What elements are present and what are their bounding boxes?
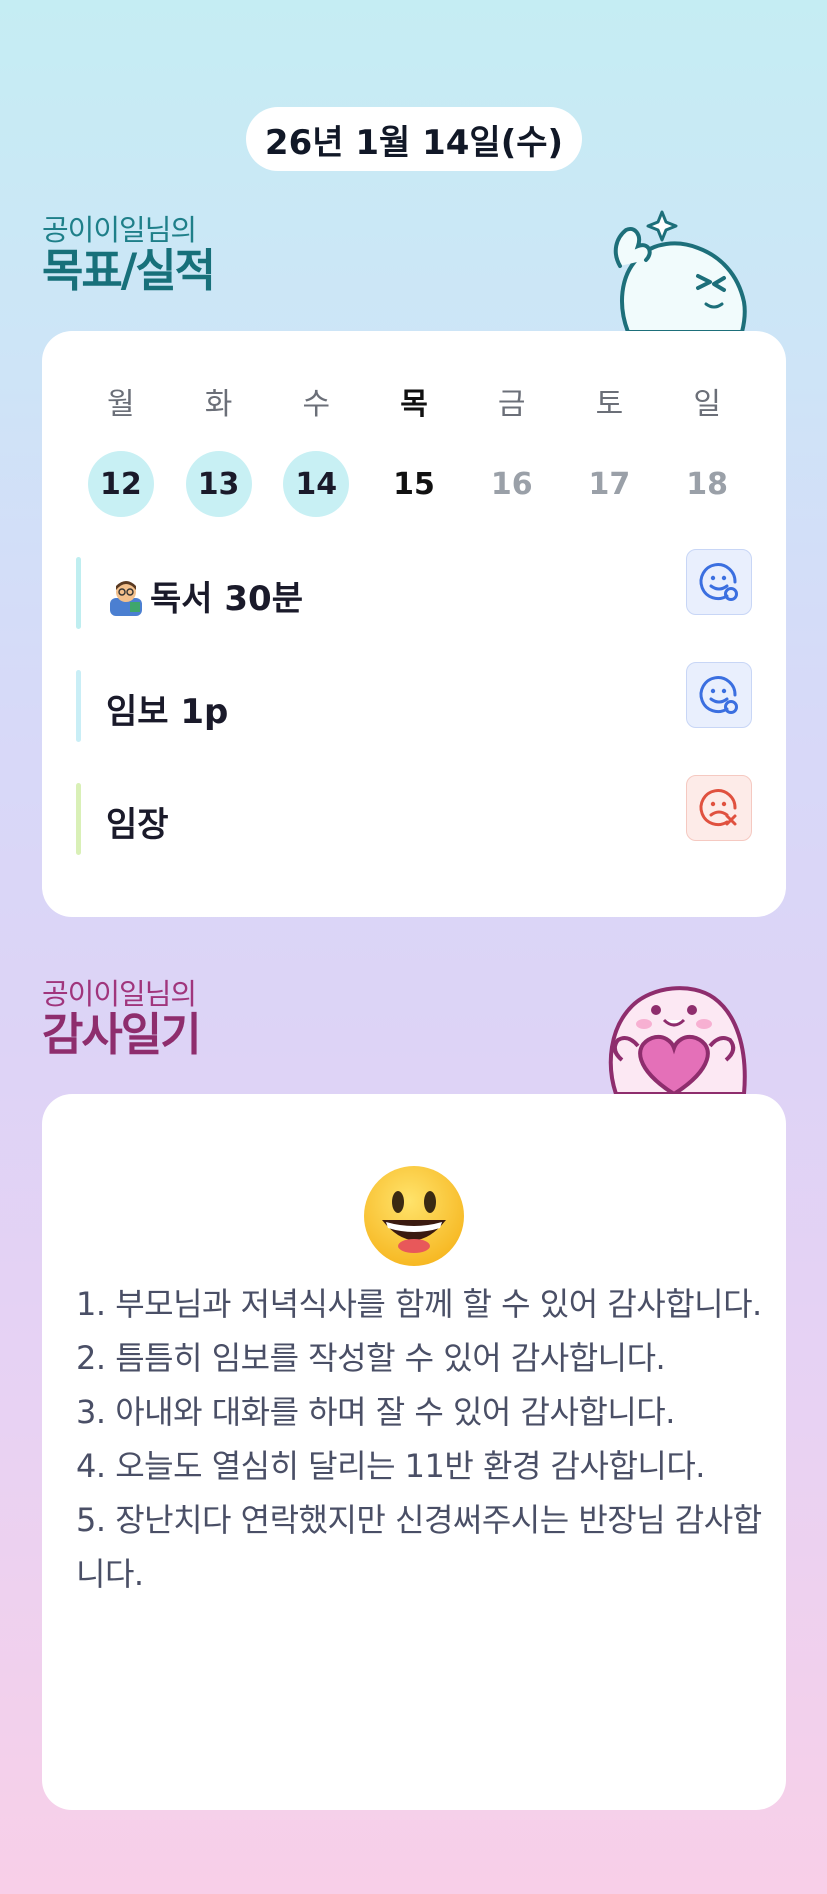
heart-mascot-icon	[608, 986, 747, 1094]
day-number: 12	[87, 451, 154, 517]
gratitude-section-header: 공이이일님의 감사일기	[42, 977, 202, 1061]
gratitude-subtitle: 공이이일님의	[42, 977, 197, 1011]
day-number: 17	[588, 466, 631, 502]
task-item-report[interactable]: 임보 1p	[76, 662, 752, 752]
gratitude-entry: 1. 부모님과 저녁식사를 함께 할 수 있어 감사합니다.	[76, 1285, 762, 1323]
gratitude-entries: 1. 부모님과 저녁식사를 함께 할 수 있어 감사합니다. 2. 틈틈히 임보…	[76, 1277, 762, 1601]
task-status-fail[interactable]	[686, 775, 752, 841]
gratitude-entry: 2. 틈틈히 임보를 작성할 수 있어 감사합니다.	[76, 1339, 666, 1377]
task-status-success[interactable]	[686, 549, 752, 615]
task-color-bar	[76, 670, 81, 742]
day-name: 수	[302, 387, 331, 422]
task-label: 독서 30분	[150, 579, 303, 619]
task-color-bar	[76, 783, 81, 855]
day-name: 금	[497, 387, 526, 422]
sad-face-x-icon	[699, 789, 737, 827]
day-number: 14	[283, 451, 350, 517]
day-number: 16	[490, 466, 533, 502]
task-item-reading[interactable]: 독서 30분	[76, 549, 752, 639]
task-color-bar	[76, 557, 81, 629]
task-status-success[interactable]	[686, 662, 752, 728]
task-label: 임장	[106, 805, 169, 845]
thumbs-up-mascot-icon	[613, 210, 747, 332]
day-name: 목	[400, 387, 428, 422]
task-label: 임보 1p	[106, 692, 229, 732]
goals-title: 목표/실적	[42, 244, 216, 297]
day-sun[interactable]: 일 18	[658, 385, 756, 517]
goals-subtitle: 공이이일님의	[42, 213, 197, 247]
day-name: 토	[595, 387, 624, 422]
goals-card: 월 12 화 13 수 14 목 15 금 16 토 17 일 18 독서 30…	[42, 331, 786, 917]
day-thu[interactable]: 목 15	[365, 385, 463, 517]
day-tue[interactable]: 화 13	[170, 385, 268, 517]
day-number: 15	[393, 466, 435, 502]
day-wed[interactable]: 수 14	[267, 385, 365, 517]
day-number: 13	[185, 451, 252, 517]
grinning-face-emoji-icon	[364, 1166, 464, 1266]
smile-face-check-icon	[699, 676, 738, 714]
day-number: 18	[686, 466, 729, 502]
day-name: 월	[107, 387, 135, 422]
date-label: 26년 1월 14일(수)	[264, 122, 564, 163]
week-calendar: 월 12 화 13 수 14 목 15 금 16 토 17 일 18	[72, 385, 756, 517]
day-fri[interactable]: 금 16	[463, 385, 561, 517]
gratitude-entry: 3. 아내와 대화를 하며 잘 수 있어 감사합니다.	[76, 1393, 675, 1431]
day-mon[interactable]: 월 12	[72, 385, 170, 517]
gratitude-entry: 4. 오늘도 열심히 달리는 11반 환경 감사합니다.	[76, 1447, 705, 1485]
man-teacher-emoji-icon	[110, 580, 142, 616]
day-name: 일	[693, 387, 721, 422]
task-item-site-visit[interactable]: 임장	[76, 775, 752, 865]
goals-section-header: 공이이일님의 목표/실적	[42, 213, 216, 297]
day-sat[interactable]: 토 17	[561, 385, 659, 517]
gratitude-entry: 5. 장난치다 연락했지만 신경써주시는 반장님 감사합니다.	[76, 1501, 762, 1593]
gratitude-title: 감사일기	[42, 1008, 202, 1061]
date-pill: 26년 1월 14일(수)	[246, 107, 582, 171]
day-name: 화	[204, 387, 233, 422]
goal-report-page: 26년 1월 14일(수) 공이이일님의 목표/실적 월 12 화 13 수 1…	[0, 0, 827, 1894]
gratitude-card: 1. 부모님과 저녁식사를 함께 할 수 있어 감사합니다. 2. 틈틈히 임보…	[42, 1094, 786, 1810]
smile-face-check-icon	[699, 563, 738, 601]
